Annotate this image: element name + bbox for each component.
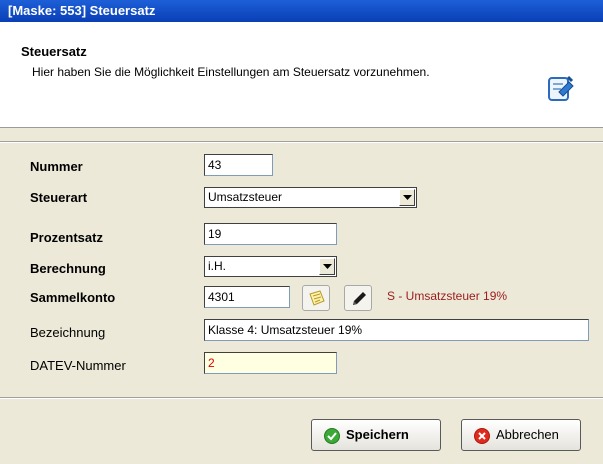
separator-bottom xyxy=(0,397,603,399)
pencil-icon xyxy=(353,292,366,305)
label-datev-nummer: DATEV-Nummer xyxy=(30,358,126,373)
steuerart-select[interactable]: Umsatzsteuer xyxy=(204,187,417,208)
label-nummer: Nummer xyxy=(30,159,83,174)
sammelkonto-field[interactable]: 4301 xyxy=(204,286,290,308)
header-description: Hier haben Sie die Möglichkeit Einstellu… xyxy=(32,65,430,79)
cancel-icon xyxy=(474,428,490,444)
sammelkonto-hint: S - Umsatzsteuer 19% xyxy=(387,289,508,303)
cancel-button[interactable]: Abbrechen xyxy=(461,419,581,451)
steuerart-value: Umsatzsteuer xyxy=(208,190,283,204)
notepad-icon xyxy=(309,290,325,306)
label-bezeichnung: Bezeichnung xyxy=(30,325,106,340)
document-edit-icon xyxy=(548,74,574,102)
berechnung-select[interactable]: i.H. xyxy=(204,256,337,277)
lookup-button[interactable] xyxy=(302,285,330,311)
prozentsatz-field[interactable]: 19 xyxy=(204,223,337,245)
nummer-field[interactable]: 43 xyxy=(204,154,273,176)
label-sammelkonto: Sammelkonto xyxy=(30,290,116,305)
berechnung-value: i.H. xyxy=(208,259,226,273)
label-prozentsatz: Prozentsatz xyxy=(30,230,103,245)
bezeichnung-field[interactable]: Klasse 4: Umsatzsteuer 19% xyxy=(204,319,589,341)
window-title: [Maske: 553] Steuersatz xyxy=(0,0,603,22)
check-icon xyxy=(324,428,340,444)
cancel-button-label: Abbrechen xyxy=(496,427,559,442)
chevron-down-icon xyxy=(323,264,332,269)
datev-nummer-field[interactable]: 2 xyxy=(204,352,337,374)
save-button-label: Speichern xyxy=(346,427,409,442)
save-button[interactable]: Speichern xyxy=(311,419,441,451)
label-berechnung: Berechnung xyxy=(30,261,106,276)
berechnung-dropdown-button[interactable] xyxy=(319,258,335,275)
chevron-down-icon xyxy=(403,195,412,200)
header-title: Steuersatz xyxy=(21,44,87,59)
edit-button[interactable] xyxy=(344,285,372,311)
steuerart-dropdown-button[interactable] xyxy=(399,189,415,206)
header-panel: Steuersatz Hier haben Sie die Möglichkei… xyxy=(0,22,603,128)
label-steuerart: Steuerart xyxy=(30,190,88,205)
separator-top xyxy=(0,141,603,143)
